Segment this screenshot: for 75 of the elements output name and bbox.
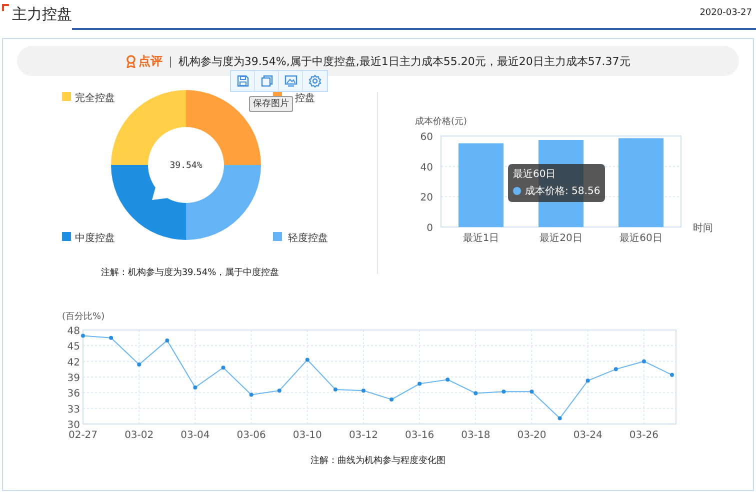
legend-label: 控盘 [295, 93, 315, 104]
axis-tick-label: 03-16 [405, 430, 434, 441]
ribbon-icon [126, 54, 136, 68]
axis-title: 时间 [693, 223, 713, 234]
axis-tick-label: 最近1日 [462, 233, 500, 244]
save-icon [236, 74, 250, 88]
data-point [614, 367, 618, 372]
axis-tick-label: 33 [67, 404, 80, 416]
date-text: 2020-03-27 [700, 8, 752, 18]
section-title: 主力控盘 [0, 5, 72, 30]
axis-tick-label: 最近60日 [620, 233, 662, 244]
copy-icon [260, 74, 274, 88]
data-point [193, 385, 198, 390]
comment-text: 机构参与度为39.54%,属于中度控盘,最近1日主力成本55.20元，最近20日主力成本57.37元 [178, 54, 630, 68]
axis-tick-label: 36 [67, 388, 80, 400]
tooltip-title: 最近60日 [513, 168, 557, 181]
axis-tick-label: 20 [420, 192, 433, 204]
data-point [642, 359, 646, 364]
axis-title: (百分比%) [62, 312, 105, 322]
axis-tick-label: 03-06 [236, 430, 266, 441]
axis-tick-label: 03-18 [461, 430, 490, 441]
legend-label: 中度控盘 [75, 233, 115, 244]
data-point [502, 390, 506, 394]
legend-label: 完全控盘 [75, 93, 115, 104]
settings-button[interactable] [303, 71, 327, 91]
data-point [137, 362, 142, 366]
corner-mark-icon [2, 4, 9, 11]
data-point [586, 378, 590, 383]
data-point [333, 388, 338, 392]
data-point [109, 336, 114, 340]
data-point [249, 392, 254, 397]
axis-tick-label: 03-24 [573, 430, 602, 441]
axis-tick-label: 30 [67, 420, 80, 431]
axis-tick-label: 0 [426, 223, 433, 234]
image-icon [284, 74, 298, 88]
axis-tick-label: 03-04 [180, 430, 210, 441]
axis-tick-label: 02-27 [68, 430, 98, 441]
tooltip-value: 成本价格: 58.56 [525, 184, 600, 198]
copy-button[interactable] [255, 71, 279, 91]
data-point [277, 388, 282, 393]
chart-note: 注解：机构参与度为39.54%，属于中度控盘 [100, 266, 280, 279]
image-button[interactable] [279, 71, 303, 91]
axis-tick-label: 45 [67, 342, 80, 353]
data-point [81, 334, 85, 338]
axis-tick-label: 42 [67, 357, 80, 368]
chart-note: 注解：曲线为机构参与程度变化图 [310, 454, 446, 467]
save-button[interactable] [231, 71, 255, 91]
data-point [305, 358, 310, 362]
legend-label: 轻度控盘 [288, 233, 328, 244]
axis-tick-label: 03-12 [348, 430, 378, 441]
data-point [361, 388, 366, 393]
tooltip: 保存图片 [249, 96, 293, 112]
axis-tick-label: 40 [420, 162, 433, 174]
axis-tick-label: 60 [420, 132, 433, 143]
center-value: 39.54% [170, 161, 202, 171]
axis-tick-label: 03-02 [124, 430, 154, 441]
axis-tick-label: 03-26 [629, 430, 658, 441]
axis-title: 成本价格(元) [415, 117, 468, 127]
data-point [474, 391, 478, 396]
comment-label: 点评 [138, 52, 163, 70]
data-point [165, 338, 170, 342]
data-point [221, 366, 226, 370]
data-point [670, 372, 674, 377]
separator: | [168, 54, 172, 68]
axis-tick-label: 最近20日 [540, 233, 582, 244]
axis-tick-label: 48 [67, 326, 80, 337]
axis-tick-label: 03-20 [517, 430, 546, 441]
data-point [530, 390, 534, 394]
axis-tick-label: 39 [67, 373, 80, 384]
settings-icon [308, 74, 322, 88]
data-point [390, 397, 394, 402]
data-point [558, 416, 562, 420]
data-point [446, 378, 450, 382]
data-point [418, 382, 422, 386]
axis-tick-label: 03-10 [292, 430, 322, 441]
